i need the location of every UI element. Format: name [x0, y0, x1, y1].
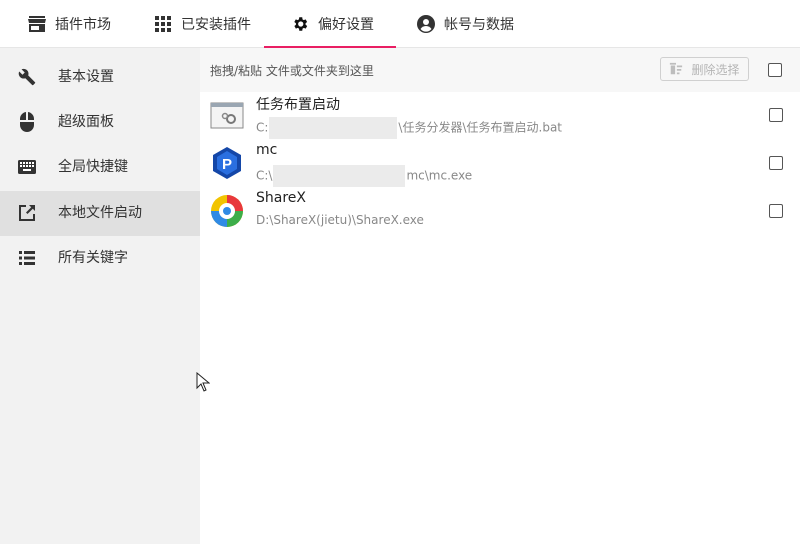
tab-label: 插件市场: [55, 17, 111, 33]
drop-hint: 拖拽/粘贴 文件或文件夹到这里: [210, 64, 374, 78]
store-icon: [28, 15, 46, 33]
file-name: 任务布置启动: [256, 97, 340, 113]
row-checkbox[interactable]: [769, 204, 783, 218]
svg-text:P: P: [222, 156, 232, 173]
mouse-cursor-icon: [196, 371, 211, 392]
file-name: ShareX: [256, 190, 306, 206]
file-toolbar: 拖拽/粘贴 文件或文件夹到这里 删除选择: [200, 48, 800, 92]
tab-label: 偏好设置: [318, 17, 374, 33]
file-row[interactable]: ShareX D:\ShareX(jietu)\ShareX.exe: [200, 188, 800, 236]
sidebar-item-local-file-launch[interactable]: 本地文件启动: [0, 191, 200, 236]
sidebar-item-global-shortcuts[interactable]: 全局快捷键: [0, 145, 200, 190]
wrench-icon: [18, 68, 36, 86]
open-external-icon: [18, 204, 36, 222]
tab-plugin-market[interactable]: 插件市场: [28, 0, 111, 48]
row-checkbox[interactable]: [769, 156, 783, 170]
sidebar-item-label: 全局快捷键: [58, 159, 128, 175]
mc-app-icon: P: [210, 146, 244, 180]
sharex-icon: [210, 194, 244, 228]
list-icon: [18, 249, 36, 267]
delete-selected-label: 删除选择: [691, 62, 740, 77]
account-circle-icon: [417, 15, 435, 33]
sidebar-item-super-panel[interactable]: 超级面板: [0, 100, 200, 145]
file-path: C: \任务分发器\任务布置启动.bat: [256, 117, 562, 139]
keyboard-icon: [18, 158, 36, 176]
row-checkbox[interactable]: [769, 108, 783, 122]
file-row[interactable]: P mc C:\ mc\mc.exe: [200, 140, 800, 188]
sidebar-item-basic-settings[interactable]: 基本设置: [0, 55, 200, 100]
file-path: D:\ShareX(jietu)\ShareX.exe: [256, 213, 424, 227]
file-path: C:\ mc\mc.exe: [256, 165, 472, 187]
file-name: mc: [256, 142, 278, 158]
mouse-icon: [18, 112, 36, 132]
sidebar-item-all-keywords[interactable]: 所有关键字: [0, 236, 200, 281]
tab-preferences[interactable]: 偏好设置: [264, 0, 396, 48]
sidebar: 基本设置 超级面板 全局快捷键 本地文件启动 所有关键字: [0, 48, 200, 544]
top-nav: 插件市场 已安装插件 偏好设置 帐号与数据: [0, 0, 800, 48]
tab-label: 已安装插件: [181, 17, 251, 33]
sidebar-item-label: 本地文件启动: [58, 205, 142, 221]
select-all-checkbox[interactable]: [768, 63, 782, 77]
gear-icon: [291, 15, 309, 33]
sidebar-item-label: 超级面板: [58, 114, 114, 130]
delete-sweep-icon: [669, 62, 683, 76]
sidebar-item-label: 基本设置: [58, 69, 114, 85]
file-row[interactable]: 任务布置启动 C: \任务分发器\任务布置启动.bat: [200, 92, 800, 140]
tab-account-data[interactable]: 帐号与数据: [417, 0, 514, 48]
apps-grid-icon: [154, 15, 172, 33]
tab-installed-plugins[interactable]: 已安装插件: [154, 0, 251, 48]
sidebar-item-label: 所有关键字: [58, 250, 128, 266]
delete-selected-button[interactable]: 删除选择: [660, 57, 749, 81]
tab-label: 帐号与数据: [444, 17, 514, 33]
batch-file-icon: [210, 98, 244, 132]
